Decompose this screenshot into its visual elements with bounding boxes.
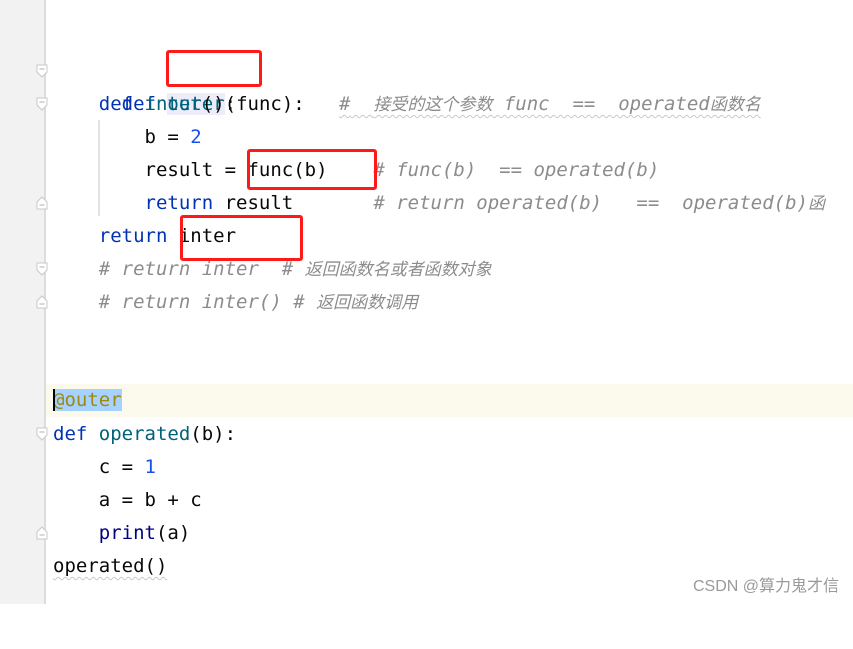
code-line-7[interactable]: # return inter # 返回函数名或者函数对象	[46, 253, 853, 286]
comment: # func(b) == operated(b)	[373, 159, 660, 181]
watermark: CSDN @算力鬼才信	[692, 578, 839, 595]
annotation-box-return-inter	[180, 215, 303, 261]
call-with-warning: operated()	[53, 555, 168, 577]
function-name: operated	[98, 423, 191, 445]
comment: # return inter # 返回函数名或者函数对象	[98, 258, 492, 280]
code-line-8[interactable]: # return inter() # 返回函数调用	[46, 286, 853, 319]
annotation-box-func-call	[247, 149, 377, 190]
text-caret	[53, 388, 55, 411]
code-line-3[interactable]: b = 2	[46, 121, 853, 154]
code-editor[interactable]: def outer(func): # 接受的这个参数 func == opera…	[46, 0, 853, 604]
code-line-13[interactable]: print(a)	[46, 517, 853, 550]
function-name: inter	[144, 93, 202, 115]
comment: # return operated(b) == operated(b)函	[373, 192, 825, 214]
decorator-selected: @outer	[53, 389, 122, 411]
code-line-9-current[interactable]: @outer	[46, 384, 853, 417]
annotation-box-func-param	[166, 50, 262, 87]
code-line-10[interactable]: def operated(b):	[46, 418, 853, 451]
code-line-4[interactable]: result = func(b) # func(b) == operated(b…	[46, 154, 853, 187]
code-line-12[interactable]: a = b + c	[46, 484, 853, 517]
code-line-6[interactable]: return inter	[46, 220, 853, 253]
code-line-2[interactable]: def inter():	[46, 88, 853, 121]
code-line-5[interactable]: return result # return operated(b) == op…	[46, 187, 853, 220]
comment: # return inter() # 返回函数调用	[98, 291, 419, 313]
code-line-11[interactable]: c = 1	[46, 451, 853, 484]
